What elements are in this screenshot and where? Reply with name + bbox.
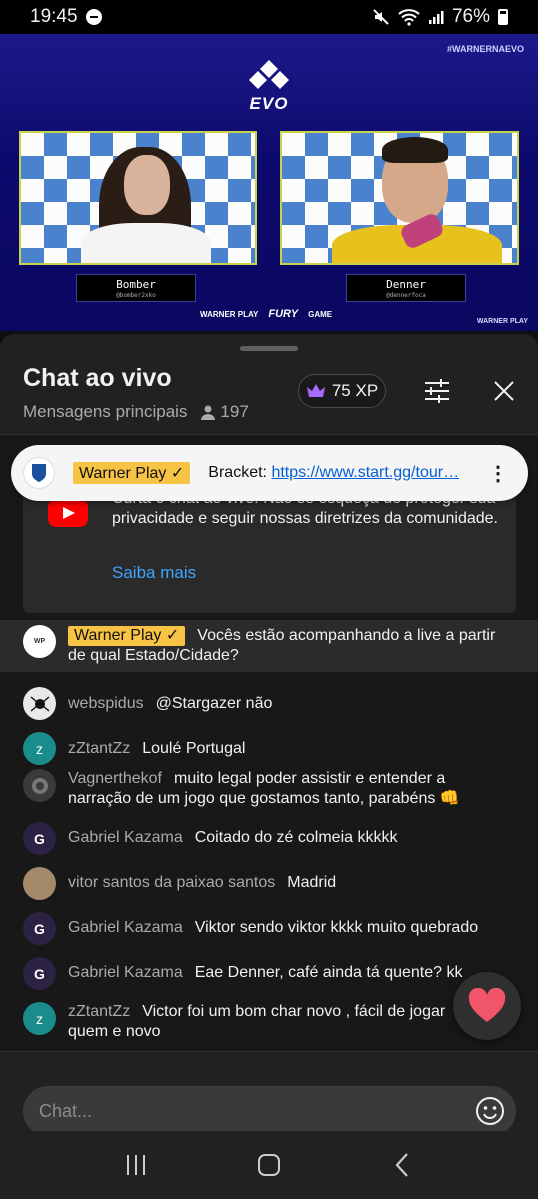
xp-label: 75 XP xyxy=(331,381,379,400)
message-text: Madrid xyxy=(287,874,337,891)
warner-shield-icon xyxy=(32,464,46,482)
message-author[interactable]: Gabriel Kazama xyxy=(68,829,183,846)
wifi-icon xyxy=(398,9,420,26)
message-author[interactable]: Gabriel Kazama xyxy=(68,964,183,981)
avatar[interactable]: WP xyxy=(23,625,56,658)
message-author[interactable]: zZtantZz xyxy=(68,1003,130,1020)
avatar[interactable]: z xyxy=(23,1002,56,1035)
avatar[interactable] xyxy=(23,867,56,900)
chat-message-list[interactable]: Curta o chat ao vivo! Não se esqueça de … xyxy=(0,435,538,1051)
sponsor-logos: WARNER PLAY FURY GAME xyxy=(200,308,332,320)
recent-apps-button[interactable] xyxy=(116,1145,156,1185)
message-text: Coitado do zé colmeia kkkkk xyxy=(194,829,398,846)
avatar[interactable]: G xyxy=(23,822,56,855)
close-icon xyxy=(494,381,514,401)
message-author[interactable]: webspidus xyxy=(68,695,144,712)
chat-message[interactable]: webspidus @Stargazer não xyxy=(0,687,538,720)
camera-feed-right xyxy=(280,131,519,265)
sliders-icon xyxy=(425,379,449,403)
pinned-prefix: Bracket: xyxy=(208,464,272,481)
chat-title: Chat ao vivo xyxy=(23,364,172,392)
viewer-count-value: 197 xyxy=(220,402,249,421)
youtube-icon xyxy=(48,499,88,527)
avatar[interactable] xyxy=(23,769,56,802)
pinned-author: Warner Play xyxy=(79,465,167,482)
sponsor-game: GAME xyxy=(308,309,333,319)
crown-icon xyxy=(306,384,325,397)
reaction-heart-button[interactable] xyxy=(453,972,521,1040)
gear-avatar-icon xyxy=(31,777,48,794)
message-author: Warner Play xyxy=(74,627,162,644)
avatar[interactable]: G xyxy=(23,912,56,945)
spider-avatar-icon xyxy=(30,695,49,712)
chat-message[interactable]: vitor santos da paixao santos Madrid xyxy=(0,867,538,903)
avatar[interactable]: z xyxy=(23,732,56,765)
heart-icon xyxy=(468,988,506,1022)
sponsor-fury: FURY xyxy=(268,308,299,320)
signal-icon xyxy=(428,11,444,24)
sponsor-warner: WARNER PLAY xyxy=(200,309,259,319)
back-button[interactable] xyxy=(382,1145,422,1185)
status-time: 19:45 xyxy=(30,6,78,27)
owner-badge: Warner Play ✓ xyxy=(68,626,186,646)
avatar[interactable]: G xyxy=(23,957,56,990)
evo-logo-text: EVO xyxy=(249,94,289,113)
status-icons: 76% xyxy=(372,6,508,28)
recents-icon xyxy=(127,1155,146,1175)
xp-button[interactable]: 75 XP xyxy=(298,374,386,408)
status-bar: 19:45 76% xyxy=(0,0,538,34)
video-hashtag: #WARNERNAEVO xyxy=(446,44,524,54)
do-not-disturb-icon xyxy=(85,9,102,25)
back-icon xyxy=(395,1153,408,1177)
home-icon xyxy=(257,1154,280,1176)
player-handle-left: @bomber2xko xyxy=(116,292,156,299)
camera-feed-left xyxy=(19,131,257,265)
more-options-icon[interactable]: ⋮ xyxy=(488,461,508,486)
chat-message[interactable]: Vagnerthekof muito legal poder assistir e… xyxy=(0,769,538,819)
pinned-author-badge: Warner Play ✓ xyxy=(73,462,191,484)
pinned-avatar xyxy=(23,457,55,489)
player-handle-right: @dennerfoca xyxy=(386,292,426,299)
filter-settings-button[interactable] xyxy=(422,376,452,406)
message-text: @Stargazer não xyxy=(155,695,273,712)
chat-message[interactable]: G Gabriel Kazama Viktor sendo viktor kkkk… xyxy=(0,912,538,948)
home-button[interactable] xyxy=(249,1145,289,1185)
learn-more-link[interactable]: Saiba mais xyxy=(112,563,196,583)
message-author[interactable]: zZtantZz xyxy=(68,740,130,757)
corner-logo: WARNER PLAY xyxy=(476,318,528,325)
message-author[interactable]: Vagnerthekof xyxy=(68,770,162,787)
chat-input[interactable] xyxy=(23,1086,516,1136)
pinned-text: Bracket: https://www.start.gg/tour… xyxy=(208,464,459,482)
message-author[interactable]: vitor santos da paixao santos xyxy=(68,874,275,891)
live-chat-panel: Chat ao vivo Mensagens principais 197 75… xyxy=(0,334,538,1199)
player-plate-left: Bomber @bomber2xko xyxy=(76,274,196,302)
battery-icon xyxy=(498,9,508,25)
system-nav-bar xyxy=(0,1131,538,1199)
chat-mode-label[interactable]: Mensagens principais xyxy=(23,402,187,422)
drag-handle[interactable] xyxy=(240,346,298,351)
pinned-link[interactable]: https://www.start.gg/tour… xyxy=(271,464,459,481)
battery-text: 76% xyxy=(451,6,490,27)
message-text: Eae Denner, café ainda tá quente? kk xyxy=(194,964,463,981)
chat-message[interactable]: WP Warner Play ✓ Vocês estão acompanhando… xyxy=(0,620,538,672)
avatar[interactable] xyxy=(23,687,56,720)
message-author[interactable]: Gabriel Kazama xyxy=(68,919,183,936)
message-text: Viktor sendo viktor kkkk muito quebrado xyxy=(194,919,479,936)
emoji-icon[interactable] xyxy=(475,1096,505,1126)
message-text: Loulé Portugal xyxy=(142,740,246,757)
viewer-count: 197 xyxy=(201,402,249,422)
chat-message[interactable]: G Gabriel Kazama Coitado do zé colmeia kk… xyxy=(0,822,538,858)
mute-icon xyxy=(373,9,389,25)
player-name-left: Bomber xyxy=(116,278,156,291)
video-player[interactable]: #WARNERNAEVO EVO Bomber @bomber2xko Denn… xyxy=(0,34,538,331)
chat-message[interactable]: z zZtantZz Loulé Portugal xyxy=(0,732,538,765)
player-plate-right: Denner @dennerfoca xyxy=(346,274,466,302)
person-icon xyxy=(201,405,216,420)
player-name-right: Denner xyxy=(386,278,426,291)
chat-mode-selector[interactable]: Mensagens principais 197 xyxy=(23,402,249,422)
close-button[interactable] xyxy=(489,376,519,406)
pinned-message[interactable]: Warner Play ✓ Bracket: https://www.start… xyxy=(11,445,528,501)
